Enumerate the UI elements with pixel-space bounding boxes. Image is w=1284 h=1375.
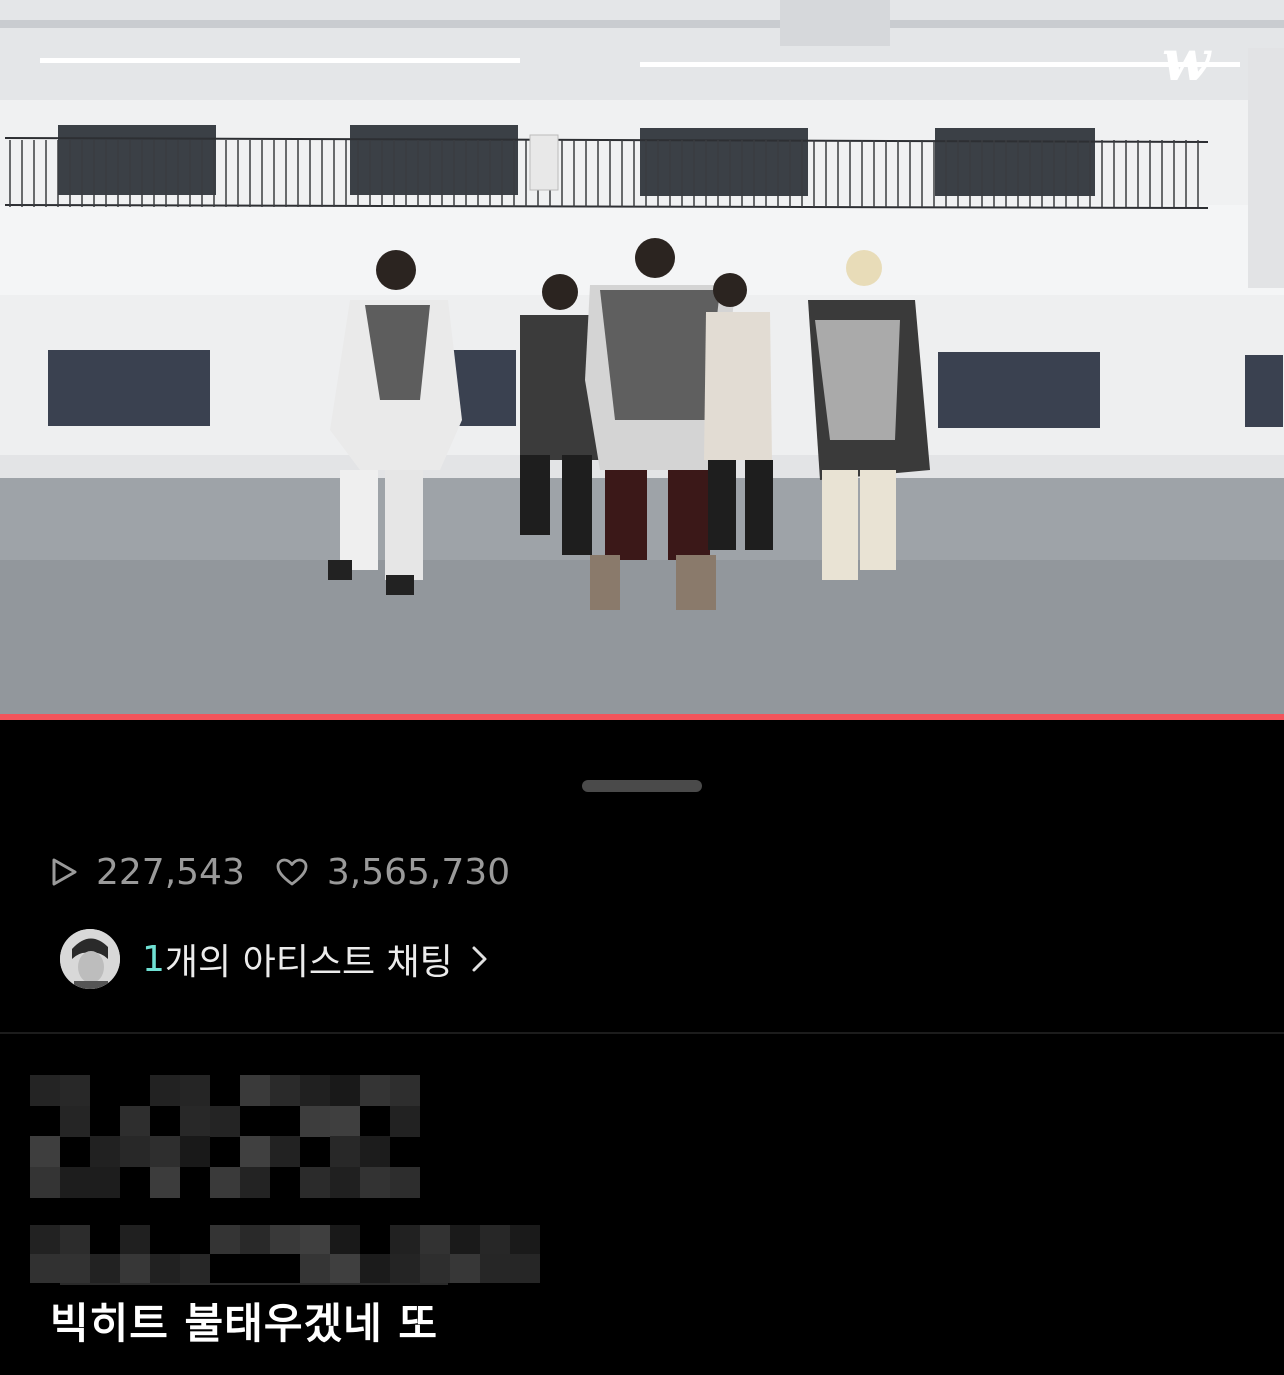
mosaic-pixel [240,1136,270,1167]
weverse-logo: w [1162,28,1212,94]
mosaic-pixel [120,1136,150,1167]
mosaic-pixel [360,1254,390,1283]
section-divider [0,1032,1284,1034]
mosaic-pixel [330,1105,360,1137]
mosaic-pixel [210,1166,240,1198]
mosaic-pixel [60,1166,90,1198]
mosaic-pixel [330,1225,360,1254]
play-outline-icon [52,858,77,886]
mosaic-pixel [270,1225,300,1254]
mosaic-pixel [180,1105,210,1137]
mosaic-pixel [390,1075,420,1106]
mosaic-pixel [150,1075,180,1106]
artist-avatar [60,929,120,989]
mosaic-pixel [90,1166,120,1198]
mosaic-pixel [30,1225,60,1254]
mosaic-pixel [330,1254,360,1283]
chevron-right-icon [472,946,487,972]
mosaic-pixel [180,1254,210,1283]
mosaic-pixel [120,1254,150,1283]
mosaic-pixel [240,1166,270,1198]
mosaic-pixel [360,1166,390,1198]
sheet-drag-handle[interactable] [582,780,702,792]
mosaic-pixel [330,1136,360,1167]
video-progress-bar[interactable] [0,714,1284,720]
mosaic-pixel [240,1225,270,1254]
mosaic-pixel [210,1105,240,1137]
mosaic-pixel [60,1225,90,1254]
artist-chat-label: 개의 아티스트 채팅 [164,942,453,983]
like-count: 3,565,730 [275,852,510,893]
mosaic-pixel [30,1075,60,1106]
mosaic-pixel [450,1254,480,1283]
mosaic-pixel [480,1225,510,1254]
mosaic-pixel [390,1225,420,1254]
mosaic-pixel [300,1105,330,1137]
mosaic-pixel [360,1075,390,1106]
mosaic-pixel [510,1225,540,1254]
mosaic-pixel [300,1254,330,1283]
mosaic-pixel [120,1225,150,1254]
mosaic-pixel [210,1225,240,1254]
mosaic-pixel [300,1225,330,1254]
mosaic-pixel [330,1075,360,1106]
mosaic-pixel [300,1075,330,1106]
mosaic-pixel [90,1254,120,1283]
censored-comment-meta [30,1225,540,1283]
mosaic-pixel [330,1166,360,1198]
heart-outline-icon [276,858,308,886]
play-count: 227,543 [50,852,245,893]
mosaic-pixel [180,1136,210,1167]
mosaic-pixel [30,1254,60,1283]
mosaic-pixel [60,1105,90,1137]
mosaic-pixel [150,1166,180,1198]
mosaic-pixel [510,1254,540,1283]
mosaic-pixel [390,1105,420,1137]
comment-separator [60,1283,448,1285]
mosaic-pixel [180,1075,210,1106]
mosaic-pixel [60,1075,90,1106]
comment-text: 빅히트 불태우겠네 또 [50,1299,439,1348]
censored-username [30,1075,420,1198]
mosaic-pixel [150,1254,180,1283]
mosaic-pixel [270,1136,300,1167]
mosaic-pixel [120,1105,150,1137]
mosaic-pixel [390,1166,420,1198]
mosaic-pixel [360,1136,390,1167]
mosaic-pixel [420,1254,450,1283]
video-player[interactable]: w [0,0,1284,714]
like-count-value: 3,565,730 [326,851,511,893]
mosaic-pixel [270,1075,300,1106]
mosaic-pixel [420,1225,450,1254]
mosaic-pixel [150,1136,180,1167]
video-progress-fill [0,714,1284,720]
mosaic-pixel [390,1254,420,1283]
mosaic-pixel [450,1225,480,1254]
video-frame: w [0,0,1284,714]
mosaic-pixel [300,1166,330,1198]
artist-chat-link[interactable]: 1 개의 아티스트 채팅 [60,928,489,990]
mosaic-pixel [480,1254,510,1283]
play-count-value: 227,543 [96,851,245,893]
mosaic-pixel [240,1075,270,1106]
video-stats: 227,543 3,565,730 [50,848,540,896]
mosaic-pixel [30,1166,60,1198]
artist-chat-count: 1 [142,938,165,980]
mosaic-pixel [30,1136,60,1167]
mosaic-pixel [60,1254,90,1283]
mosaic-pixel [90,1136,120,1167]
